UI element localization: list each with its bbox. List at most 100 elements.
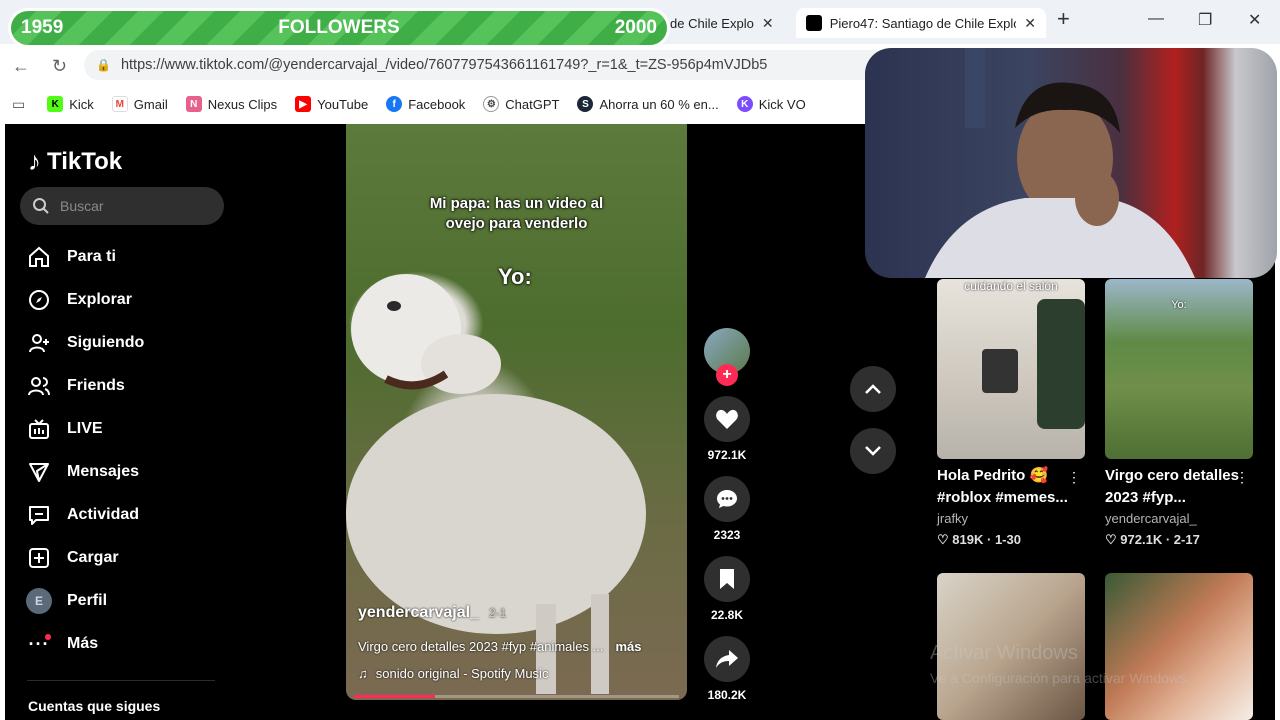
- window-close-icon[interactable]: ✕: [1248, 10, 1261, 30]
- close-icon[interactable]: ✕: [1024, 15, 1036, 32]
- profile-avatar: E: [25, 587, 53, 615]
- video-progress-bar[interactable]: [354, 695, 679, 698]
- menu-label: LIVE: [67, 420, 103, 437]
- menu-item-para-ti[interactable]: Para ti: [25, 243, 225, 271]
- followers-target: 2000: [614, 17, 657, 38]
- tiktok-logo[interactable]: ♪ TikTok: [28, 146, 122, 177]
- reload-icon[interactable]: ↻: [52, 56, 67, 77]
- video-thumbnail[interactable]: Yo:: [1105, 279, 1253, 459]
- menu-label: Perfil: [67, 592, 108, 609]
- sound-text: sonido original - Spotify Music: [375, 666, 549, 681]
- menu-item-explorar[interactable]: Explorar: [25, 286, 225, 314]
- share-count: 180.2K: [707, 688, 747, 702]
- avatar-letter: E: [26, 588, 52, 614]
- tab-title: de Chile Explo: [670, 15, 754, 31]
- card-title[interactable]: Hola Pedrito 🥰 #roblox #memes...: [937, 465, 1077, 509]
- video-thumbnail[interactable]: [1105, 573, 1253, 720]
- lock-icon: 🔒: [96, 58, 111, 72]
- tab-search-icon[interactable]: ▭: [12, 96, 25, 113]
- card-stats: ♡ 972.1K · 2-17: [1105, 532, 1200, 547]
- upload-icon: [25, 544, 53, 572]
- video-author[interactable]: yendercarvajal_ 2-1: [358, 604, 506, 622]
- author-date: 2-1: [488, 606, 507, 620]
- compass-icon: [25, 286, 53, 314]
- bookmark-label: YouTube: [317, 96, 369, 112]
- browser-tab[interactable]: de Chile Explo ✕: [660, 8, 790, 38]
- kick-icon: K: [47, 96, 64, 112]
- creator-avatar[interactable]: +: [704, 328, 750, 386]
- more-link[interactable]: más: [615, 639, 641, 654]
- follow-plus-icon[interactable]: +: [716, 364, 738, 386]
- kickvo-icon: K: [736, 96, 753, 112]
- previous-video-button[interactable]: [850, 366, 896, 412]
- heart-icon: [716, 409, 738, 429]
- menu-label: Friends: [67, 377, 125, 394]
- menu-item-mensajes[interactable]: Mensajes: [25, 458, 225, 486]
- video-card[interactable]: [1105, 573, 1253, 720]
- card-date: 2-17: [1173, 532, 1200, 547]
- menu-item-cargar[interactable]: Cargar: [25, 544, 225, 572]
- card-stats: ♡ 819K · 1-30: [937, 532, 1021, 547]
- bookmark-item[interactable]: ▶ YouTube: [295, 96, 368, 112]
- chevron-up-icon: [865, 384, 881, 394]
- windows-watermark: Activar Windows: [930, 642, 1078, 664]
- followers-current: 1959: [21, 17, 64, 38]
- next-video-button[interactable]: [850, 428, 896, 474]
- bookmark-item[interactable]: K Kick: [47, 96, 94, 112]
- card-user[interactable]: yendercarvajal_: [1105, 511, 1253, 526]
- close-icon[interactable]: ✕: [762, 15, 774, 32]
- brand-name: TikTok: [47, 147, 123, 175]
- menu-item-friends[interactable]: Friends: [25, 372, 225, 400]
- facebook-icon: f: [386, 96, 403, 112]
- more-options-icon[interactable]: ⋮: [1067, 469, 1081, 486]
- more-options-icon[interactable]: ⋮: [1235, 469, 1249, 486]
- new-tab-icon[interactable]: +: [1057, 6, 1070, 32]
- video-thumbnail[interactable]: cuidando el salón: [937, 279, 1085, 459]
- video-card[interactable]: Yo: Virgo cero detalles 2023 #fyp... yen…: [1105, 279, 1253, 548]
- menu-item-actividad[interactable]: Actividad: [25, 501, 225, 529]
- thumbnail-overlay-text: cuidando el salón: [964, 279, 1058, 293]
- comment-button[interactable]: [704, 476, 750, 522]
- bookmark-item[interactable]: N Nexus Clips: [185, 96, 277, 112]
- chatgpt-icon: ⚙: [483, 96, 500, 112]
- menu-item-siguiendo[interactable]: Siguiendo: [25, 329, 225, 357]
- bookmark-item[interactable]: S Ahorra un 60 % en...: [577, 96, 719, 112]
- search-placeholder: Buscar: [60, 198, 104, 214]
- search-icon: [33, 198, 49, 214]
- card-date: 1-30: [994, 532, 1021, 547]
- minimize-icon[interactable]: —: [1148, 10, 1164, 28]
- address-bar[interactable]: 🔒 https://www.tiktok.com/@yendercarvajal…: [84, 50, 904, 80]
- thumbnail-figure: [1037, 299, 1085, 429]
- card-likes: 819K: [952, 532, 984, 547]
- search-input[interactable]: Buscar: [20, 187, 224, 225]
- bookmark-item[interactable]: M Gmail: [111, 96, 168, 112]
- browser-tab-active[interactable]: Piero47: Santiago de Chile Explo ✕: [796, 8, 1046, 38]
- comment-icon: [717, 490, 737, 508]
- card-likes: 972.1K: [1120, 532, 1163, 547]
- video-card[interactable]: cuidando el salón Hola Pedrito 🥰 #roblox…: [937, 279, 1085, 548]
- card-title[interactable]: Virgo cero detalles 2023 #fyp...: [1105, 465, 1245, 509]
- menu-item-perfil[interactable]: E Perfil: [25, 587, 225, 615]
- user-follow-icon: [25, 329, 53, 357]
- nexus-icon: N: [185, 96, 202, 112]
- tiktok-favicon-icon: [806, 15, 822, 31]
- video-caption: Mi papa: has un video al ovejo para vend…: [429, 195, 604, 232]
- bookmark-item[interactable]: ⚙ ChatGPT: [483, 96, 559, 112]
- restore-icon[interactable]: ❐: [1198, 10, 1212, 30]
- menu-label: Explorar: [67, 291, 132, 308]
- menu-label: Más: [67, 635, 99, 652]
- save-button[interactable]: [704, 556, 750, 602]
- bookmark-item[interactable]: K Kick VO: [736, 96, 806, 112]
- share-button[interactable]: [704, 636, 750, 682]
- like-button[interactable]: [704, 396, 750, 442]
- divider: [27, 680, 215, 681]
- music-note-icon: ♫: [358, 666, 368, 681]
- card-user[interactable]: jrafky: [937, 511, 1085, 526]
- back-icon[interactable]: ←: [12, 56, 30, 77]
- menu-item-live[interactable]: LIVE: [25, 415, 225, 443]
- video-player[interactable]: Mi papa: has un video al ovejo para vend…: [346, 124, 687, 700]
- video-sound[interactable]: ♫ sonido original - Spotify Music: [358, 666, 548, 681]
- save-count: 22.8K: [710, 608, 744, 622]
- menu-item-mas[interactable]: ··· Más: [25, 630, 225, 658]
- bookmark-item[interactable]: f Facebook: [386, 96, 465, 112]
